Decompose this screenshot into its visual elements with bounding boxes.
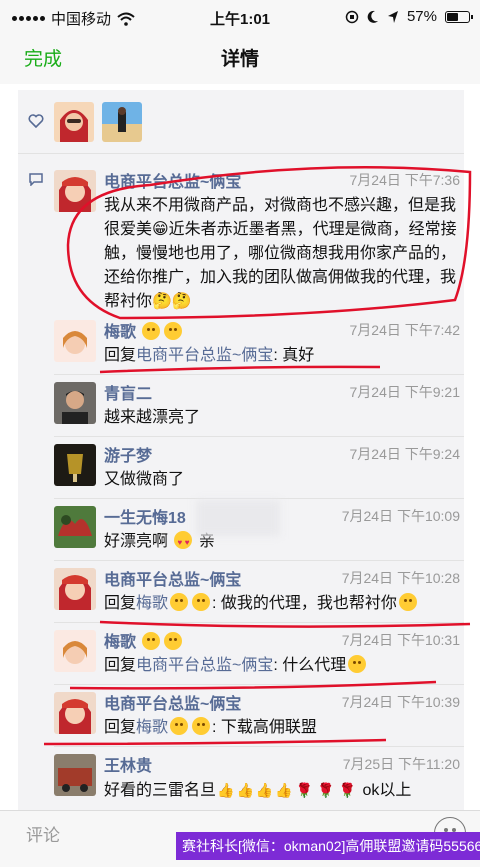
avatar[interactable] bbox=[54, 170, 96, 212]
comment-item: 王林贵 7月25日 下午11:20 好看的三雷名旦👍 👍 👍 👍 🌹 🌹 🌹 ok以上 bbox=[18, 746, 464, 810]
reply-target-link[interactable]: 梅歌 bbox=[136, 717, 212, 736]
avatar[interactable] bbox=[54, 382, 96, 424]
divider bbox=[54, 622, 464, 623]
comment-author[interactable]: 电商平台总监~俩宝 bbox=[104, 690, 241, 714]
avatar[interactable] bbox=[54, 320, 96, 362]
comment-time: 7月24日 下午9:21 bbox=[349, 384, 461, 400]
watermark-banner: 赛社科长[微信：okman02]高佣联盟邀请码555666 bbox=[176, 832, 480, 860]
avatar[interactable] bbox=[54, 630, 96, 672]
page-title: 详情 bbox=[220, 49, 259, 70]
rose-icon: 🌹 bbox=[295, 782, 314, 798]
comment-author[interactable]: 电商平台总监~俩宝 bbox=[104, 168, 241, 192]
comment-item: 青盲二 7月24日 下午9:21 越来越漂亮了 bbox=[18, 374, 464, 436]
moon-icon bbox=[367, 10, 378, 23]
rose-icon: 🌹 bbox=[338, 782, 357, 798]
divider bbox=[54, 498, 464, 499]
comments-panel: 电商平台总监~俩宝 7月24日 下午7:36 我从来不用微商产品，对微商也不感兴… bbox=[18, 90, 464, 810]
location-icon bbox=[387, 10, 398, 23]
comment-author[interactable]: 电商平台总监~俩宝 bbox=[104, 566, 241, 590]
divider bbox=[54, 560, 464, 561]
divider bbox=[54, 436, 464, 437]
avatar[interactable] bbox=[54, 754, 96, 796]
rotation-lock-icon bbox=[345, 10, 359, 23]
comment-time: 7月24日 下午7:36 bbox=[349, 172, 461, 188]
comment-time: 7月24日 下午10:39 bbox=[341, 694, 460, 710]
comment-time: 7月25日 下午11:20 bbox=[342, 756, 460, 772]
avatar[interactable] bbox=[54, 444, 96, 486]
comment-time: 7月24日 下午10:28 bbox=[341, 570, 460, 586]
thumbs-up-icon: 👍 bbox=[236, 782, 254, 798]
smile-emoji-icon bbox=[142, 322, 161, 340]
comment-text: 又做微商了 bbox=[104, 471, 185, 488]
comment-item: 游子梦 7月24日 下午9:24 又做微商了 bbox=[18, 436, 464, 498]
comment-text: 回复电商平台总监~俩宝: 真好 bbox=[104, 347, 315, 364]
thumbs-up-icon: 👍 bbox=[275, 782, 293, 798]
comment-author[interactable]: 一生无悔18 bbox=[104, 504, 186, 528]
rose-icon: 🌹 bbox=[317, 782, 335, 798]
comment-time: 7月24日 下午10:31 bbox=[341, 632, 460, 648]
comment-time: 7月24日 下午10:09 bbox=[341, 508, 460, 524]
likes-row bbox=[18, 90, 464, 154]
avatar[interactable] bbox=[54, 506, 96, 548]
thumbs-up-icon: 👍 bbox=[217, 782, 235, 798]
status-bar: 中国移动 上午1:01 57% bbox=[0, 0, 480, 34]
comment-input[interactable]: 评论 bbox=[26, 821, 60, 846]
heart-icon bbox=[28, 114, 44, 128]
comment-text: 回复梅歌: 做我的代理，我也帮衬你 bbox=[104, 592, 458, 616]
nav-bar: 完成 详情 bbox=[0, 34, 480, 84]
smile-emoji-icon bbox=[192, 717, 211, 735]
divider bbox=[54, 374, 464, 375]
divider bbox=[54, 684, 464, 685]
comment-text: 回复梅歌: 下载高佣联盟 bbox=[104, 717, 317, 736]
smile-emoji-icon bbox=[164, 322, 183, 340]
comment-author[interactable]: 青盲二 bbox=[104, 380, 152, 404]
smile-emoji-icon bbox=[170, 593, 189, 611]
divider bbox=[54, 746, 464, 747]
comment-time: 7月24日 下午9:24 bbox=[349, 446, 461, 462]
comment-text: 越来越漂亮了 bbox=[104, 409, 201, 426]
smile-emoji-icon bbox=[142, 632, 161, 650]
blur-mask bbox=[196, 500, 280, 536]
comment-author[interactable]: 梅歌 bbox=[104, 318, 184, 342]
smile-emoji-icon bbox=[192, 593, 211, 611]
comment-author[interactable]: 梅歌 bbox=[104, 628, 184, 652]
comment-text: 回复电商平台总监~俩宝: 什么代理 bbox=[104, 654, 458, 678]
comment-item: 电商平台总监~俩宝 7月24日 下午10:39 回复梅歌: 下载高佣联盟 bbox=[18, 684, 464, 746]
avatar[interactable] bbox=[54, 568, 96, 610]
comment-author[interactable]: 王林贵 bbox=[104, 752, 152, 776]
avatar[interactable] bbox=[54, 102, 94, 142]
comment-item: 梅歌 7月24日 下午7:42 回复电商平台总监~俩宝: 真好 bbox=[18, 312, 464, 374]
comment-author[interactable]: 游子梦 bbox=[104, 442, 152, 466]
reply-target-link[interactable]: 电商平台总监~俩宝 bbox=[136, 657, 273, 674]
comment-text: 好看的三雷名旦👍 👍 👍 👍 🌹 🌹 🌹 ok以上 bbox=[104, 778, 458, 803]
wink-emoji-icon bbox=[348, 655, 367, 673]
comment-time: 7月24日 下午7:42 bbox=[349, 322, 461, 338]
smile-emoji-icon bbox=[398, 593, 417, 611]
avatar[interactable] bbox=[54, 692, 96, 734]
comment-text: 我从来不用微商产品，对微商也不感兴趣，但是我很爱美😁近朱者赤近墨者黑，代理是微商… bbox=[104, 197, 457, 310]
comment-text: 好漂亮啊 亲 bbox=[104, 530, 458, 555]
smile-emoji-icon bbox=[164, 632, 183, 650]
comment-icon bbox=[29, 173, 43, 186]
battery-percent: 57% bbox=[406, 8, 437, 25]
reply-target-link[interactable]: 梅歌 bbox=[136, 593, 212, 612]
thumbs-up-icon: 👍 bbox=[255, 782, 274, 798]
heart-eyes-emoji-icon bbox=[174, 531, 193, 555]
comment-item: 梅歌 7月24日 下午10:31 回复电商平台总监~俩宝: 什么代理 bbox=[18, 622, 464, 684]
battery-icon bbox=[445, 10, 473, 23]
comment-item: 电商平台总监~俩宝 7月24日 下午7:36 我从来不用微商产品，对微商也不感兴… bbox=[18, 162, 464, 312]
avatar[interactable] bbox=[102, 102, 142, 142]
smile-emoji-icon bbox=[170, 717, 189, 735]
reply-target-link[interactable]: 电商平台总监~俩宝 bbox=[136, 347, 273, 364]
comment-item: 电商平台总监~俩宝 7月24日 下午10:28 回复梅歌: 做我的代理，我也帮衬… bbox=[18, 560, 464, 622]
